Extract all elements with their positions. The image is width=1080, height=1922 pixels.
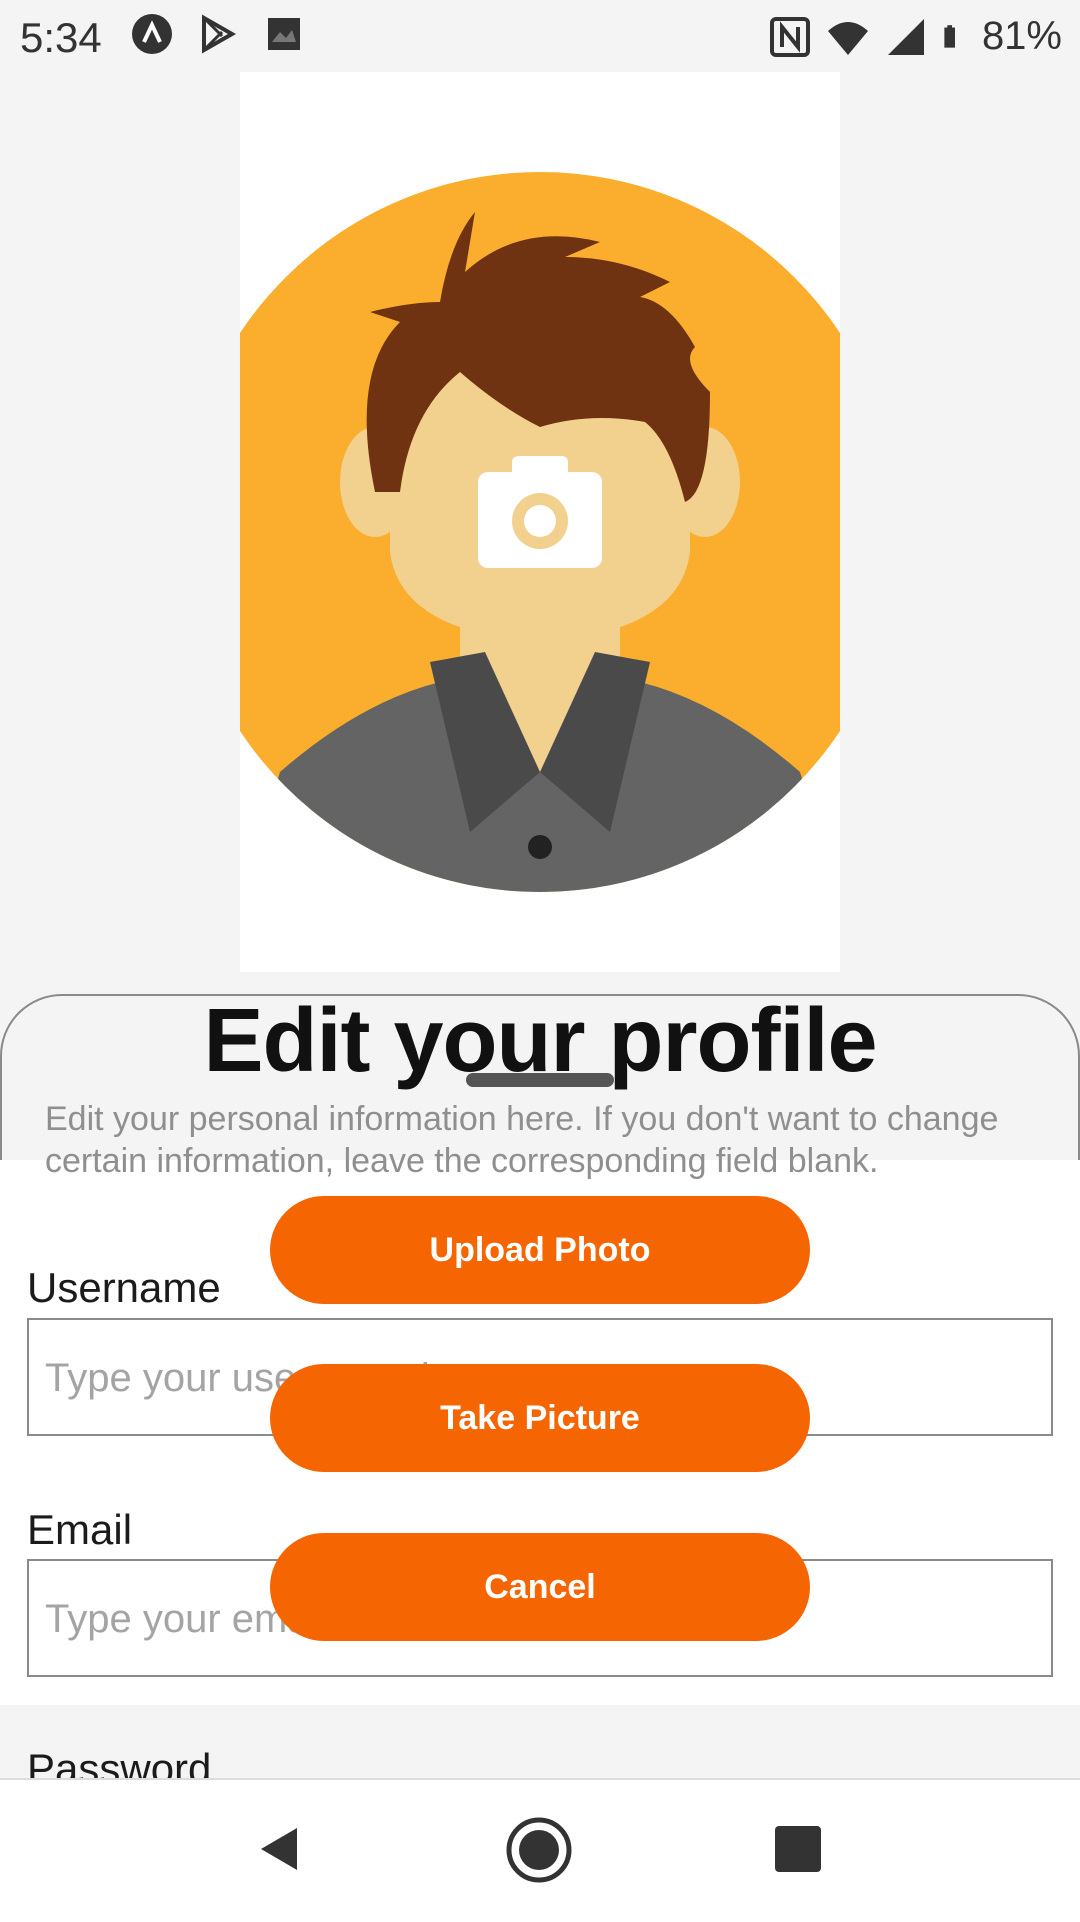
signal-icon xyxy=(887,18,924,55)
home-icon[interactable] xyxy=(505,1816,573,1884)
battery-percentage: 81% xyxy=(981,14,1062,58)
page-description: Edit your personal information here. If … xyxy=(45,1100,999,1180)
navigation-arrow-icon xyxy=(132,14,172,54)
nfc-icon xyxy=(769,16,810,57)
battery-icon xyxy=(944,24,955,48)
status-time: 5:34 xyxy=(20,14,102,61)
password-label: Password xyxy=(27,1745,212,1781)
take-picture-button[interactable]: Take Picture xyxy=(270,1364,810,1472)
wifi-icon xyxy=(827,21,868,55)
username-label: Username xyxy=(27,1264,221,1311)
system-nav-bar xyxy=(0,1778,1080,1922)
profile-avatar-image[interactable] xyxy=(220,72,860,972)
photo-icon xyxy=(268,18,300,50)
cancel-button[interactable]: Cancel xyxy=(270,1533,810,1641)
status-bar: 5:34 81% xyxy=(0,0,1080,72)
email-label: Email xyxy=(27,1506,133,1553)
sheet-drag-handle[interactable] xyxy=(466,1073,614,1087)
upload-photo-button[interactable]: Upload Photo xyxy=(270,1196,810,1304)
recents-icon[interactable] xyxy=(775,1826,821,1872)
back-icon[interactable] xyxy=(255,1824,305,1874)
avatar-illustration xyxy=(220,172,860,892)
play-store-icon xyxy=(202,14,237,54)
